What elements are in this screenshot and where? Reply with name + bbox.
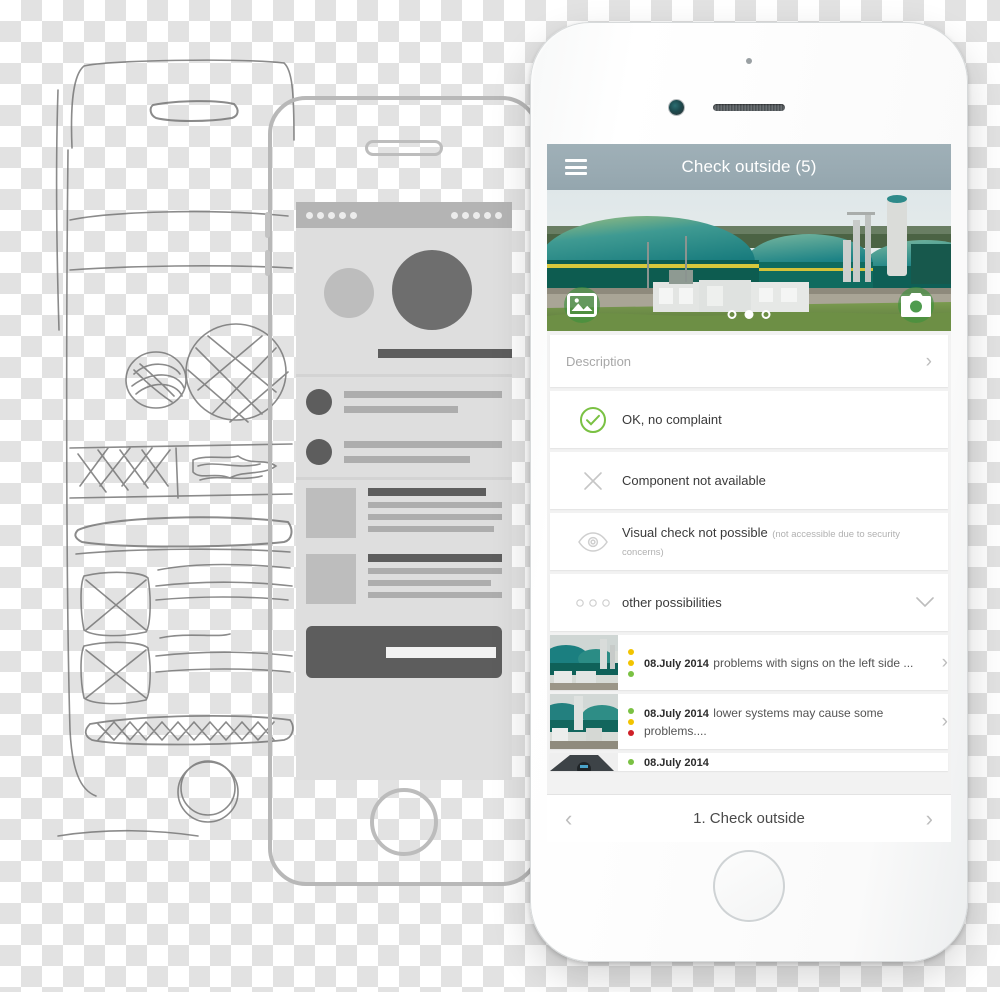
wireframe-card-body [368,488,502,538]
wireframe-hero-block [296,228,512,374]
option-ok-no-complaint[interactable]: OK, no complaint [550,391,948,448]
earpiece-speaker-grille [713,104,785,111]
phone-bottom-bezel [530,842,968,962]
entry-thumbnail [550,694,618,749]
wireframe-card [296,546,512,612]
entry-row[interactable]: 08.July 2014 [550,753,948,771]
option-label: OK, no complaint [622,411,722,427]
wireframe-screen [296,202,512,780]
entry-status-flags [618,759,644,765]
entry-date: 08.July 2014 [644,757,709,769]
entry-date: 08.July 2014 [644,657,709,670]
prev-step-button[interactable]: ‹ [565,807,572,830]
option-label: other possibilities [622,594,722,610]
chevron-right-icon: › [941,652,948,673]
entry-row[interactable]: 08.July 2014 problems with signs on the … [550,635,948,690]
option-text: OK, no complaint [622,411,934,429]
wireframe-thumbnail [306,488,356,538]
wireframe-card-body [368,554,502,604]
next-step-button[interactable]: › [926,807,933,830]
check-circle-icon [564,405,622,435]
home-button[interactable] [713,850,785,922]
status-dots-left [306,211,357,219]
hamburger-icon[interactable] [565,159,587,175]
entry-thumbnail [550,635,618,690]
wireframe-circle-large [392,250,472,330]
entry-body: 08.July 2014 problems with signs on the … [644,654,936,672]
earpiece-speaker [365,140,443,156]
current-step-label: 1. Check outside [693,810,805,827]
iphone-device: Check outside (5) Description › OK, no c… [530,22,968,962]
wireframe-list-item [296,427,512,477]
three-dots-icon [564,598,622,608]
front-camera-icon [669,100,684,115]
entry-status-flags [618,707,644,736]
entry-status-flags [618,648,644,677]
option-label: Component not available [622,472,766,488]
phone-top-bezel [530,22,968,144]
chevron-right-icon: › [941,711,948,732]
entry-body: 08.July 2014 [644,753,948,771]
entry-row[interactable]: 08.July 2014 lower systems may cause som… [550,694,948,749]
eye-icon [564,531,622,553]
proximity-sensor-icon [746,58,752,64]
wireframe-status-bar [296,202,512,228]
status-dots-right [451,211,502,219]
description-row[interactable]: Description › [550,335,948,387]
entry-body: 08.July 2014 lower systems may cause som… [644,704,936,740]
cross-icon [564,468,622,494]
option-visual-check-not-possible[interactable]: Visual check not possible (not accessibl… [550,513,948,570]
app-screen: Check outside (5) Description › OK, no c… [547,144,951,842]
option-text: Visual check not possible (not accessibl… [622,524,934,560]
camera-icon[interactable] [898,287,934,323]
entry-thumbnail [550,753,618,771]
wireframe-avatar [306,439,332,465]
wireframe-text-lines [344,441,502,463]
description-label: Description [566,353,632,369]
option-text: other possibilities [622,594,910,612]
options-list: Description › OK, no complaint Component… [547,335,951,771]
volume-up-button[interactable] [265,212,270,238]
footer-navigation: ‹ 1. Check outside › [547,794,951,842]
wireframe-text-lines [344,391,502,413]
carousel-dots[interactable] [727,310,771,319]
wireframe-card [296,480,512,546]
wireframe-circle-small [324,268,374,318]
option-text: Component not available [622,472,934,490]
wireframe-hero-bar [378,349,512,358]
chevron-down-icon [910,593,934,612]
carousel-dot[interactable] [761,310,771,319]
volume-down-button[interactable] [265,250,270,276]
entry-text: problems with signs on the left side ... [713,655,914,670]
option-label: Visual check not possible [622,524,768,540]
page-title: Check outside (5) [681,157,817,176]
app-header: Check outside (5) [547,144,951,190]
wireframe-list-item [296,377,512,427]
wireframe-thumbnail [306,554,356,604]
carousel-dot[interactable] [727,310,737,319]
option-other-possibilities[interactable]: other possibilities [550,574,948,631]
carousel-dot-active[interactable] [744,310,754,319]
option-component-not-available[interactable]: Component not available [550,452,948,509]
chevron-right-icon: › [925,350,932,372]
home-button-outline[interactable] [370,788,438,856]
wireframe-avatar [306,389,332,415]
entry-date: 08.July 2014 [644,707,709,720]
hero-photo[interactable] [547,190,951,331]
wireframe-cta-button [306,626,502,678]
wireframe-cta-label [386,646,496,658]
gallery-icon[interactable] [564,287,600,323]
